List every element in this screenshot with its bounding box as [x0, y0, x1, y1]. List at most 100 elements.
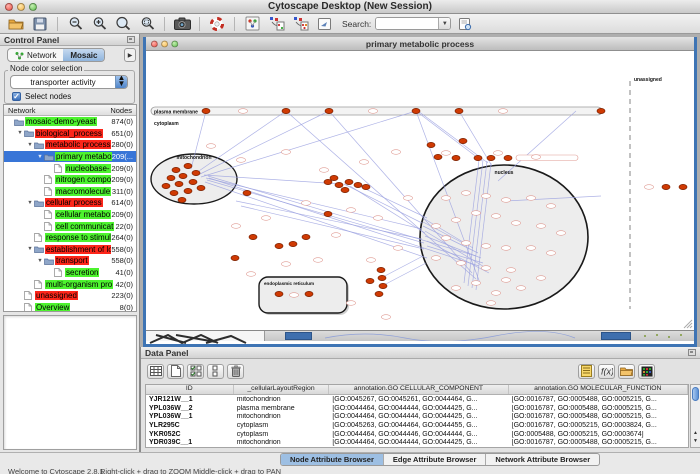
open-session-button[interactable] [6, 15, 26, 32]
network-node[interactable] [197, 185, 205, 190]
network-graph[interactable]: plasma membranecytoplasmmitochondrionnuc… [146, 51, 694, 330]
tab-node-attribute-browser[interactable]: Node Attribute Browser [281, 454, 384, 465]
network-node[interactable] [184, 188, 192, 193]
resize-grip-icon[interactable] [684, 320, 692, 328]
tree-row[interactable]: macromolecule311(0) [4, 186, 136, 198]
zoom-selected-button[interactable] [137, 15, 157, 32]
tree-row[interactable]: ▼biological_process651(0) [4, 128, 136, 140]
network-node[interactable] [192, 170, 200, 175]
network-node[interactable] [331, 233, 340, 238]
network-node[interactable] [170, 190, 178, 195]
tree-row[interactable]: mosaic-demo-yeast874(0) [4, 116, 136, 128]
network-node[interactable] [481, 194, 490, 199]
network-node[interactable] [679, 184, 687, 189]
network-node[interactable] [345, 179, 353, 184]
network-node[interactable] [189, 179, 197, 184]
birds-eye-view[interactable] [3, 315, 137, 450]
network-node[interactable] [459, 138, 467, 143]
network-node[interactable] [378, 275, 386, 280]
search-dropdown-arrow[interactable]: ▼ [438, 17, 450, 30]
float-panel-icon[interactable] [127, 36, 135, 43]
network-node[interactable] [231, 224, 240, 229]
tree-row[interactable]: nitrogen compo209(0) [4, 174, 136, 186]
tree-expand-arrow-icon[interactable]: ▼ [36, 154, 44, 160]
network-node[interactable] [644, 185, 653, 190]
network-node[interactable] [526, 196, 535, 201]
network-node[interactable] [455, 108, 463, 113]
network-node[interactable] [531, 155, 540, 160]
network-node[interactable] [346, 301, 355, 306]
network-node[interactable] [546, 251, 555, 256]
network-node[interactable] [368, 109, 377, 114]
scroll-up-arrow[interactable]: ▲ [691, 429, 700, 437]
network-node[interactable] [474, 155, 482, 160]
network-node[interactable] [231, 255, 239, 260]
network-node[interactable] [491, 291, 500, 296]
network-node[interactable] [536, 276, 545, 281]
tree-expand-arrow-icon[interactable]: ▼ [26, 200, 34, 206]
network-canvas[interactable]: plasma membranecytoplasmmitochondrionnuc… [146, 51, 694, 330]
matrix-view-button[interactable] [638, 364, 655, 379]
network-node[interactable] [511, 221, 520, 226]
tree-row[interactable]: ▼primary metabo209(... [4, 151, 136, 163]
tree-row[interactable]: Overview8(0) [4, 302, 136, 313]
network-node[interactable] [487, 155, 495, 160]
network-node[interactable] [546, 204, 555, 209]
network-node[interactable] [313, 258, 322, 263]
network-node[interactable] [501, 246, 510, 251]
network-node[interactable] [662, 184, 670, 189]
network-node[interactable] [498, 109, 507, 114]
vizmapper-button[interactable] [242, 15, 262, 32]
network-node[interactable] [451, 286, 460, 291]
frame-titlebar[interactable]: primary metabolic process [146, 37, 694, 51]
tree-row[interactable]: ▼establishment of lo558(0) [4, 244, 136, 256]
network-view-frame[interactable]: primary metabolic process plasma membran… [143, 37, 697, 347]
network-node[interactable] [373, 216, 382, 221]
tree-expand-arrow-icon[interactable]: ▼ [36, 258, 44, 264]
tab-network[interactable]: Network [8, 49, 63, 61]
network-node[interactable] [391, 150, 400, 155]
network-node[interactable] [504, 155, 512, 160]
network-node[interactable] [362, 184, 370, 189]
network-node[interactable] [289, 241, 297, 246]
zoom-fit-button[interactable] [113, 15, 133, 32]
network-node[interactable] [175, 181, 183, 186]
network-node[interactable] [206, 144, 215, 149]
delete-attribute-button[interactable] [227, 364, 244, 379]
search-options-button[interactable] [455, 15, 475, 32]
table-column-header[interactable]: annotation.GO CELLULAR_COMPONENT [329, 385, 508, 394]
network-node[interactable] [431, 256, 440, 261]
network-node[interactable] [282, 108, 290, 113]
network-node[interactable] [501, 198, 510, 203]
network-node[interactable] [481, 244, 490, 249]
network-node[interactable] [441, 151, 450, 156]
network-node[interactable] [281, 150, 290, 155]
network-node[interactable] [486, 301, 495, 306]
network-node[interactable] [275, 291, 283, 296]
table-row[interactable]: YKR052Ccytoplasm[GO:0044464, GO:0044446,… [146, 430, 688, 439]
zoom-out-button[interactable] [65, 15, 85, 32]
help-button[interactable] [207, 15, 227, 32]
network-node[interactable] [178, 197, 186, 202]
network-node[interactable] [172, 167, 180, 172]
unselect-attributes-button[interactable] [207, 364, 224, 379]
table-row[interactable]: YJR121W__1mitochondrion[GO:0045267, GO:0… [146, 395, 688, 404]
tree-row[interactable]: response to stimulu264(0) [4, 232, 136, 244]
network-node[interactable] [249, 234, 257, 239]
tree-row[interactable]: ▼cellular process614(0) [4, 197, 136, 209]
network-node[interactable] [393, 246, 402, 251]
attribute-list-button[interactable] [578, 364, 595, 379]
network-node[interactable] [493, 151, 502, 156]
network-node[interactable] [261, 216, 270, 221]
network-node[interactable] [427, 142, 435, 147]
network-node[interactable] [366, 258, 375, 263]
network-node[interactable] [452, 155, 460, 160]
table-row[interactable]: YPL036W__1mitochondrion[GO:0044464, GO:0… [146, 412, 688, 421]
network-node[interactable] [379, 283, 387, 288]
table-row[interactable]: YDR039C__1mitochondrion[GO:0044464, GO:0… [146, 438, 688, 447]
tree-col-nodes[interactable]: Nodes [110, 106, 136, 115]
network-node[interactable] [461, 241, 470, 246]
table-row[interactable]: YLR295Ccytoplasm[GO:0045263, GO:0044464,… [146, 421, 688, 430]
tree-row[interactable]: cell communicat22(0) [4, 220, 136, 232]
tree-row[interactable]: secretion41(0) [4, 267, 136, 279]
